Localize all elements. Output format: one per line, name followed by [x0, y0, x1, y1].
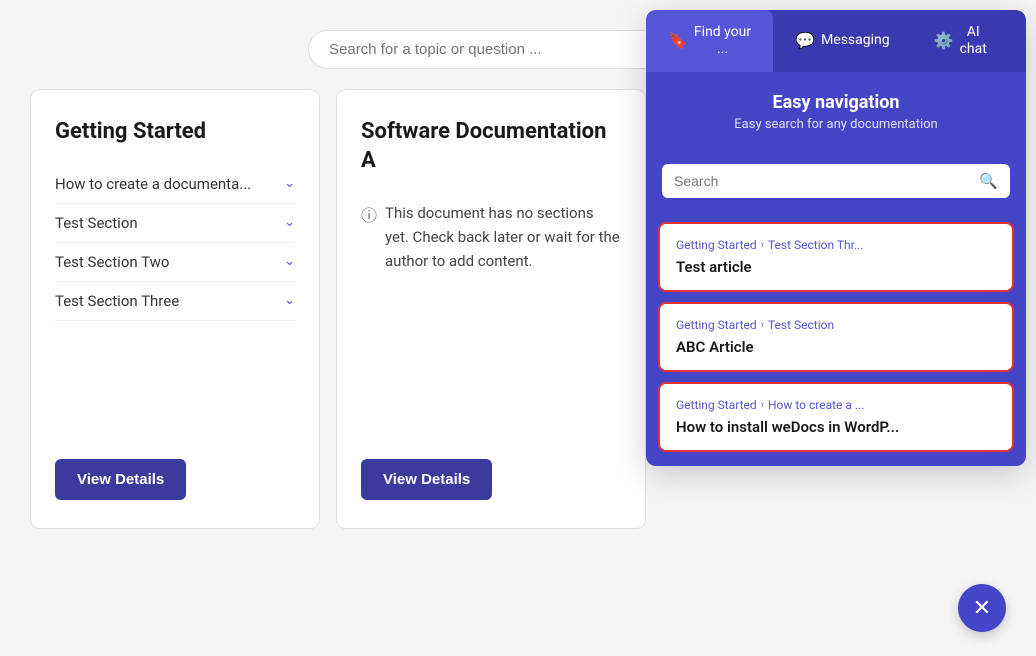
- section-label: How to create a documenta...: [55, 175, 251, 193]
- breadcrumb-arrow-icon: ›: [761, 238, 764, 251]
- result-card[interactable]: Getting Started › How to create a ... Ho…: [658, 382, 1014, 452]
- popup-search-row: 🔍: [646, 150, 1026, 212]
- breadcrumb-section: How to create a ...: [768, 398, 864, 412]
- messaging-icon: 💬: [795, 31, 815, 50]
- result-card[interactable]: Getting Started › Test Section ABC Artic…: [658, 302, 1014, 372]
- tab-find-label: Find your...: [694, 24, 751, 58]
- result-title: ABC Article: [676, 338, 996, 356]
- section-item[interactable]: Test Section Two ⌄: [55, 243, 295, 282]
- popup-panel: 🔖 Find your... 💬 Messaging ⚙️ AIchat Eas…: [646, 10, 1026, 466]
- section-label: Test Section: [55, 214, 138, 232]
- popup-results: Getting Started › Test Section Thr... Te…: [646, 212, 1026, 466]
- chevron-down-icon: ⌄: [284, 254, 295, 269]
- popup-search-input[interactable]: [674, 173, 971, 189]
- result-title: How to install weDocs in WordP...: [676, 418, 996, 436]
- result-breadcrumb: Getting Started › Test Section Thr...: [676, 238, 996, 252]
- breadcrumb-section: Test Section: [768, 318, 834, 332]
- result-breadcrumb: Getting Started › Test Section: [676, 318, 996, 332]
- section-label: Test Section Two: [55, 253, 169, 271]
- popup-header: Easy navigation Easy search for any docu…: [646, 72, 1026, 150]
- tab-find[interactable]: 🔖 Find your...: [646, 10, 773, 72]
- getting-started-title: Getting Started: [55, 118, 295, 147]
- popup-title: Easy navigation: [670, 92, 1002, 113]
- getting-started-card: Getting Started How to create a document…: [30, 89, 320, 529]
- software-doc-card: Software Documentation A ⓘ This document…: [336, 89, 646, 529]
- result-title: Test article: [676, 258, 996, 276]
- breadcrumb-root: Getting Started: [676, 398, 757, 412]
- result-breadcrumb: Getting Started › How to create a ...: [676, 398, 996, 412]
- chevron-down-icon: ⌄: [284, 293, 295, 308]
- breadcrumb-arrow-icon: ›: [761, 318, 764, 331]
- close-button[interactable]: ✕: [958, 584, 1006, 632]
- popup-search-box: 🔍: [662, 164, 1010, 198]
- breadcrumb-arrow-icon: ›: [761, 398, 764, 411]
- tab-messaging[interactable]: 💬 Messaging: [773, 10, 912, 72]
- tab-ai-chat[interactable]: ⚙️ AIchat: [912, 10, 1009, 72]
- main-background: Getting Started How to create a document…: [0, 0, 1036, 656]
- section-item[interactable]: Test Section ⌄: [55, 204, 295, 243]
- doc-info-text: This document has no sections yet. Check…: [385, 201, 621, 273]
- software-doc-title: Software Documentation A: [361, 118, 621, 175]
- section-item[interactable]: How to create a documenta... ⌄: [55, 165, 295, 204]
- view-details-button-b[interactable]: View Details: [361, 459, 492, 500]
- section-label: Test Section Three: [55, 292, 179, 310]
- find-icon: 🔖: [668, 31, 688, 50]
- chevron-down-icon: ⌄: [284, 176, 295, 191]
- result-card[interactable]: Getting Started › Test Section Thr... Te…: [658, 222, 1014, 292]
- popup-subtitle: Easy search for any documentation: [670, 117, 1002, 132]
- tab-messaging-label: Messaging: [821, 32, 890, 49]
- view-details-button[interactable]: View Details: [55, 459, 186, 500]
- ai-chat-icon: ⚙️: [934, 31, 954, 50]
- breadcrumb-section: Test Section Thr...: [768, 238, 863, 252]
- breadcrumb-root: Getting Started: [676, 318, 757, 332]
- breadcrumb-root: Getting Started: [676, 238, 757, 252]
- chevron-down-icon: ⌄: [284, 215, 295, 230]
- doc-info-message: ⓘ This document has no sections yet. Che…: [361, 201, 621, 273]
- section-item[interactable]: Test Section Three ⌄: [55, 282, 295, 321]
- info-icon: ⓘ: [361, 203, 377, 229]
- search-icon: 🔍: [979, 172, 998, 190]
- tab-ai-label: AIchat: [960, 24, 987, 58]
